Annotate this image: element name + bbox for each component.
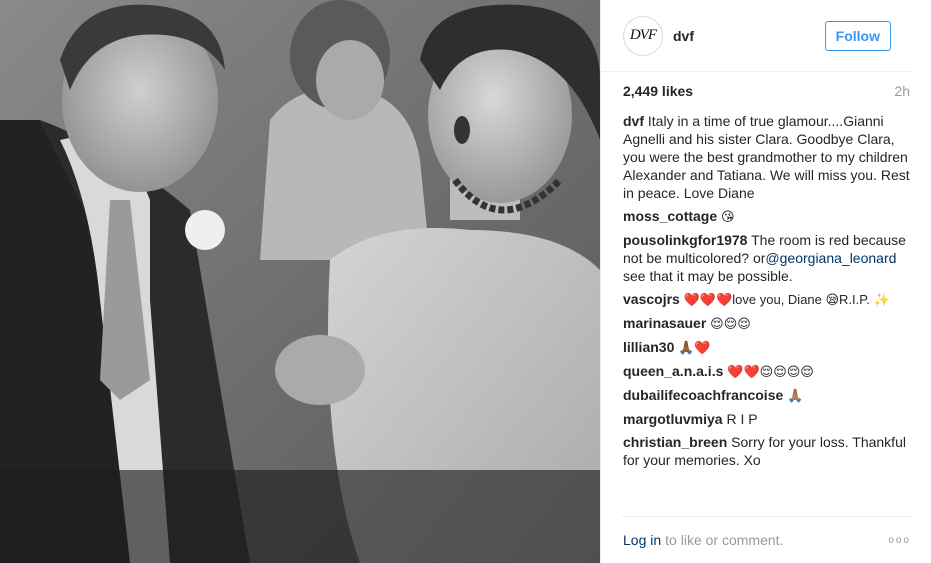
post-footer: Log in to like or comment. ooo	[621, 516, 911, 563]
post-timestamp[interactable]: 2h	[894, 83, 910, 99]
caption: dvf Italy in a time of true glamour....G…	[623, 112, 911, 202]
avatar[interactable]: DVF	[623, 15, 663, 56]
comment-text: 🙏🏽	[787, 388, 804, 403]
post-stats: 2,449 likes 2h	[601, 74, 931, 108]
post-side-panel: DVF dvf Follow 2,449 likes 2h dvf Italy …	[600, 0, 931, 563]
list-item: queen_a.n.a.i.s ❤️❤️😌😌😌😌	[623, 362, 911, 381]
comment-text: 🙏🏾❤️	[678, 340, 711, 355]
comment-username[interactable]: dvf	[623, 113, 644, 129]
list-item: margotluvmiya R I P	[623, 410, 911, 428]
comment-text: ❤️❤️❤️love you, Diane 😪R.I.P. ✨	[683, 292, 890, 307]
list-item: pousolinkgfor1978 The room is red becaus…	[623, 231, 911, 285]
comment-username[interactable]: queen_a.n.a.i.s	[623, 363, 723, 379]
list-item: dubailifecoachfrancoise 🙏🏽	[623, 386, 911, 405]
more-options-icon[interactable]: ooo	[888, 535, 911, 546]
comments-list[interactable]: dvf Italy in a time of true glamour....G…	[623, 112, 911, 516]
photo-image	[0, 0, 600, 563]
comment-username[interactable]: pousolinkgfor1978	[623, 232, 747, 248]
likes-count[interactable]: 2,449 likes	[623, 83, 693, 99]
comment-username[interactable]: margotluvmiya	[623, 411, 723, 427]
post-header: DVF dvf Follow	[601, 0, 911, 72]
comment-mention-link[interactable]: @georgiana_leonard	[765, 250, 896, 266]
comment-text: R I P	[726, 411, 758, 427]
comment-username[interactable]: moss_cottage	[623, 208, 717, 224]
list-item: marinasauer 😌😌😌	[623, 314, 911, 333]
login-link[interactable]: Log in	[623, 532, 661, 548]
comment-username[interactable]: vascojrs	[623, 291, 680, 307]
comment-text-after: see that it may be possible.	[623, 268, 793, 284]
comment-username[interactable]: marinasauer	[623, 315, 706, 331]
list-item: moss_cottage 😘	[623, 207, 911, 226]
list-item: christian_breen Sorry for your loss. Tha…	[623, 433, 911, 469]
follow-button[interactable]: Follow	[824, 20, 891, 51]
login-prompt-text: to like or comment.	[665, 532, 784, 548]
post-photo[interactable]	[0, 0, 600, 563]
caption-text: Italy in a time of true glamour....Giann…	[623, 113, 910, 201]
comment-username[interactable]: dubailifecoachfrancoise	[623, 387, 783, 403]
list-item: lillian30 🙏🏾❤️	[623, 338, 911, 357]
comment-text: 😌😌😌	[710, 316, 751, 331]
comment-text: ❤️❤️😌😌😌😌	[727, 364, 814, 379]
comment-username[interactable]: lillian30	[623, 339, 674, 355]
comment-text: 😘	[721, 209, 735, 224]
post-username[interactable]: dvf	[673, 28, 694, 44]
comment-username[interactable]: christian_breen	[623, 434, 727, 450]
post-window: DVF dvf Follow 2,449 likes 2h dvf Italy …	[0, 0, 931, 563]
list-item: vascojrs ❤️❤️❤️love you, Diane 😪R.I.P. ✨	[623, 290, 911, 309]
